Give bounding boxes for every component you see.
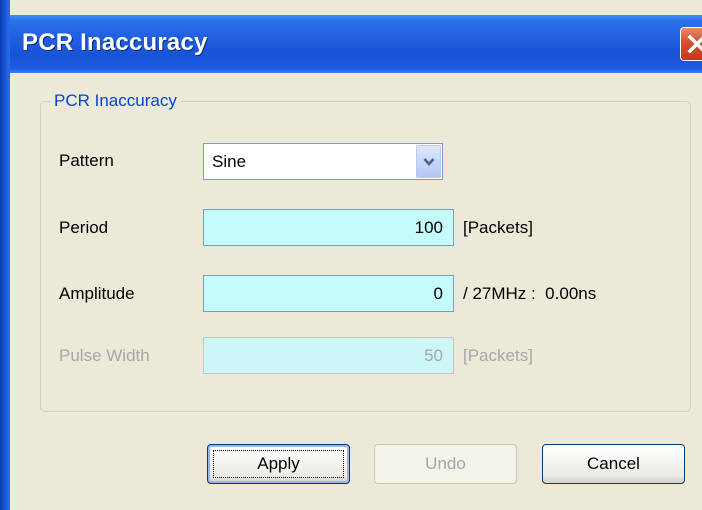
amplitude-value: 0 — [433, 284, 443, 303]
close-icon — [687, 34, 702, 54]
amplitude-input[interactable]: 0 — [203, 275, 454, 312]
amplitude-unit: / 27MHz : 0.00ns — [463, 284, 597, 303]
pattern-dropdown-button[interactable] — [416, 145, 441, 178]
pattern-select[interactable]: Sine — [203, 143, 443, 180]
pulse-width-unit: [Packets] — [463, 346, 533, 365]
period-value: 100 — [414, 218, 443, 237]
window-frame — [0, 0, 10, 510]
undo-label: Undo — [425, 454, 466, 473]
pulse-width-value: 50 — [424, 346, 443, 365]
amplitude-label: Amplitude — [59, 284, 135, 303]
pulse-width-label: Pulse Width — [59, 346, 150, 365]
pattern-value: Sine — [212, 152, 247, 171]
chevron-down-icon — [423, 158, 435, 166]
close-button[interactable] — [680, 27, 702, 61]
pattern-label: Pattern — [59, 151, 114, 170]
title-bar[interactable]: PCR Inaccuracy — [10, 15, 702, 73]
period-unit: [Packets] — [463, 218, 533, 237]
cancel-label: Cancel — [587, 454, 640, 473]
pulse-width-input: 50 — [203, 337, 454, 374]
focus-rectangle — [213, 450, 344, 478]
cancel-button[interactable]: Cancel — [542, 444, 685, 484]
period-input[interactable]: 100 — [203, 209, 454, 246]
window-title: PCR Inaccuracy — [22, 29, 208, 56]
dialog-window: PCR Inaccuracy PCR Inaccuracy Pattern Si… — [0, 0, 702, 510]
group-legend: PCR Inaccuracy — [50, 91, 181, 111]
apply-button[interactable]: Apply — [207, 444, 350, 484]
undo-button: Undo — [374, 444, 517, 484]
period-label: Period — [59, 218, 109, 237]
